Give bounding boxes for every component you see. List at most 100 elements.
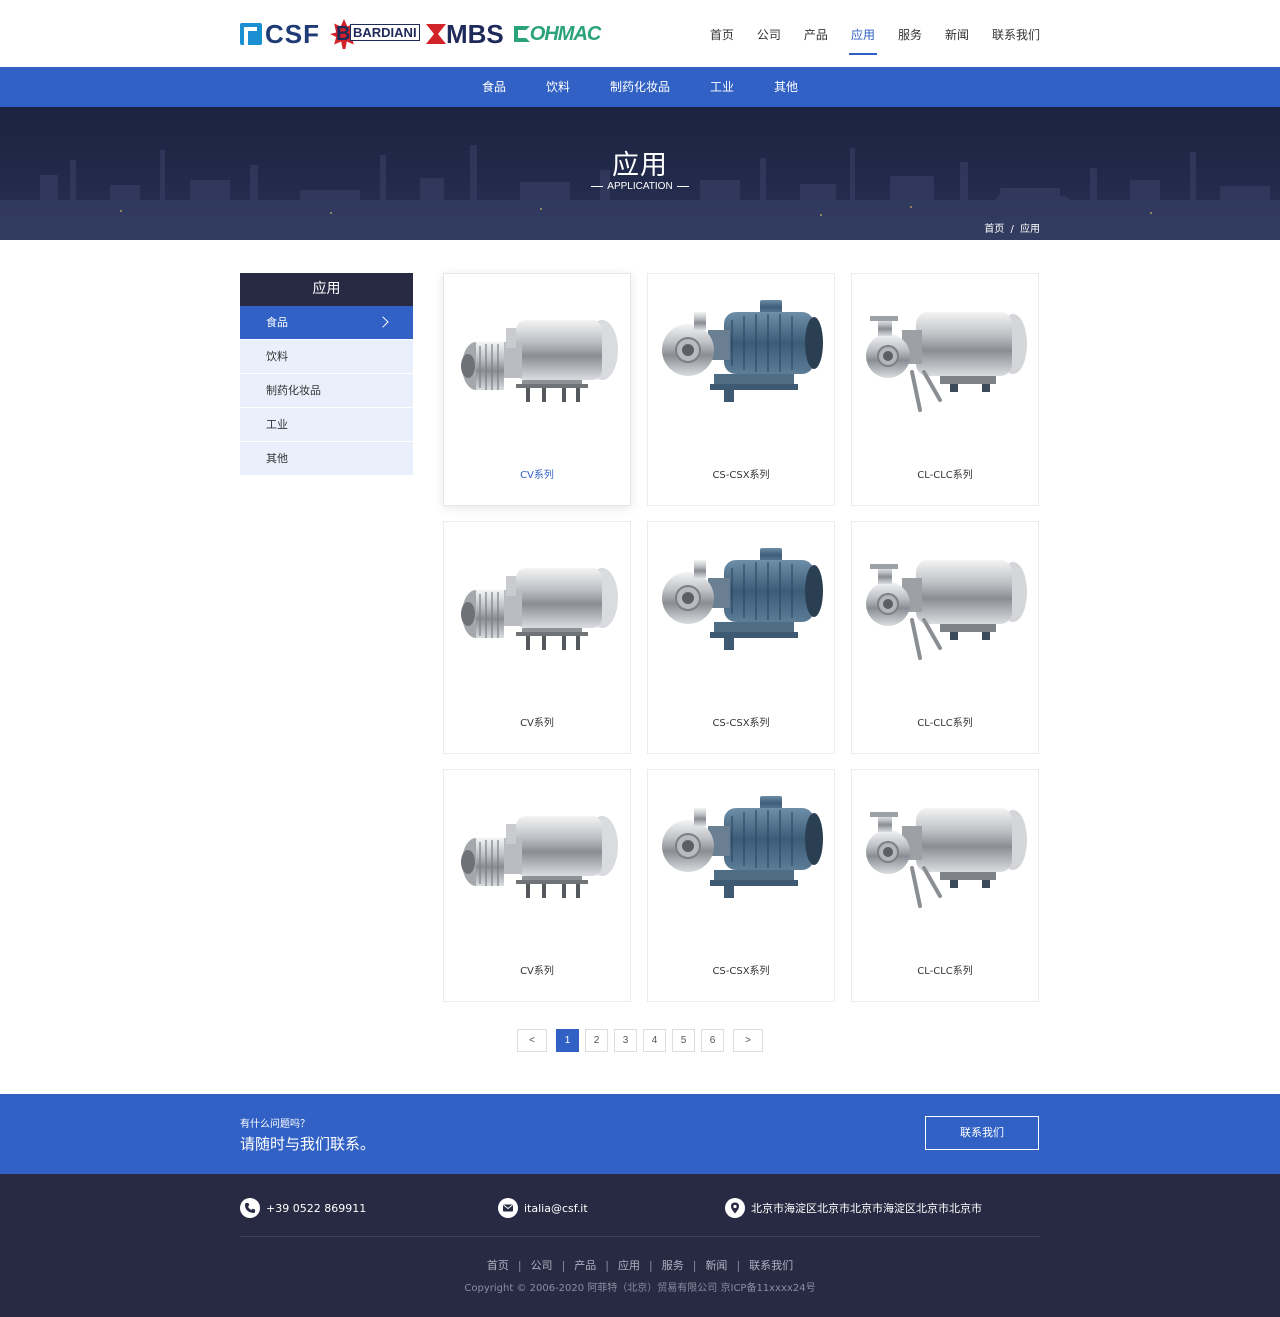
ohmac-mark-icon: [513, 26, 530, 42]
product-image: [858, 788, 1034, 948]
site-footer: +39 0522 869911 italia@csf.it 北京市海淀区北京市北…: [0, 1174, 1280, 1317]
logo-ohmac[interactable]: OHMAC: [513, 22, 602, 46]
footer-nav-separator: |: [736, 1259, 741, 1272]
product-card-cs-csx-series[interactable]: CS-CSX系列: [647, 769, 835, 1002]
footer-address-text: 北京市海淀区北京市北京市海淀区北京市北京市: [751, 1202, 982, 1215]
product-image: [654, 540, 830, 700]
sidebar: 应用 食品饮料制药化妆品工业其他: [240, 273, 413, 476]
footer-link-company[interactable]: 公司: [531, 1259, 553, 1272]
chevron-right-icon: [377, 316, 389, 328]
sidebar-item-industry[interactable]: 工业: [240, 408, 413, 442]
pagination-prev-button[interactable]: <: [517, 1029, 547, 1052]
subtitle-dash-right: [676, 185, 689, 187]
product-card-cv-series[interactable]: CV系列: [443, 769, 631, 1002]
product-label: CV系列: [520, 718, 554, 729]
pagination: <1 2 3 4 5 6 >: [0, 1029, 1280, 1052]
sidebar-item-pharma-cosmetics[interactable]: 制药化妆品: [240, 374, 413, 408]
page-banner: 应用 APPLICATION 首页 / 应用: [0, 107, 1280, 240]
site-header: CSF B BARDIANI MBS OHMAC 首页 公司 产品 应用 服务 新闻 联系我…: [0, 0, 1280, 67]
pagination-next-button[interactable]: >: [733, 1029, 763, 1052]
pagination-page-4[interactable]: 4: [643, 1029, 666, 1052]
product-card-cl-clc-series[interactable]: CL-CLC系列: [851, 769, 1039, 1002]
footer-link-applications[interactable]: 应用: [618, 1259, 640, 1272]
nav-item-news[interactable]: 新闻: [945, 0, 969, 67]
location-pin-icon: [725, 1198, 745, 1218]
phone-icon: [240, 1198, 260, 1218]
sidebar-title: 应用: [240, 273, 413, 306]
subnav-item-pharma-cosmetics[interactable]: 制药化妆品: [610, 67, 670, 107]
sidebar-item-beverage[interactable]: 饮料: [240, 340, 413, 374]
product-image: [450, 788, 626, 948]
pagination-page-3[interactable]: 3: [614, 1029, 637, 1052]
csf-mark-icon: [240, 23, 262, 45]
nav-item-home[interactable]: 首页: [710, 0, 734, 67]
mail-icon: [498, 1198, 518, 1218]
breadcrumb-home[interactable]: 首页: [984, 224, 1004, 235]
logo-mbs[interactable]: MBS: [426, 19, 504, 50]
product-label: CL-CLC系列: [917, 470, 973, 481]
banner-subtitle: APPLICATION: [0, 181, 1280, 192]
subnav-item-other[interactable]: 其他: [774, 67, 798, 107]
pagination-page-6[interactable]: 6: [701, 1029, 724, 1052]
footer-nav-separator: |: [649, 1259, 653, 1272]
pagination-page-2[interactable]: 2: [585, 1029, 608, 1052]
footer-nav-separator: |: [605, 1259, 609, 1272]
subnav-item-food[interactable]: 食品: [482, 67, 506, 107]
footer-email-text[interactable]: italia@csf.it: [524, 1202, 588, 1215]
logo-bardiani-text: BARDIANI: [350, 24, 420, 41]
product-image: [858, 292, 1034, 452]
footer-email: italia@csf.it: [498, 1198, 588, 1218]
subnav-item-industry[interactable]: 工业: [710, 67, 734, 107]
banner-title: 应用: [612, 150, 668, 181]
subnav-item-beverage[interactable]: 饮料: [546, 67, 570, 107]
sidebar-item-label: 制药化妆品: [266, 384, 321, 397]
sidebar-item-food[interactable]: 食品: [240, 306, 413, 340]
sidebar-item-label: 工业: [266, 418, 288, 431]
sidebar-item-label: 饮料: [266, 350, 288, 363]
pagination-page-1[interactable]: 1: [556, 1029, 579, 1052]
footer-link-service[interactable]: 服务: [662, 1259, 684, 1272]
footer-nav-separator: |: [517, 1259, 522, 1272]
footer-link-contact[interactable]: 联系我们: [749, 1259, 793, 1272]
logo-ohmac-text: OHMAC: [529, 22, 602, 45]
footer-nav-separator: |: [692, 1259, 697, 1272]
main-nav: 首页 公司 产品 应用 服务 新闻 联系我们: [687, 0, 1040, 67]
product-card-cs-csx-series[interactable]: CS-CSX系列: [647, 521, 835, 754]
product-label: CL-CLC系列: [917, 966, 973, 977]
subtitle-dash-left: [591, 185, 604, 187]
sidebar-item-other[interactable]: 其他: [240, 442, 413, 476]
logo-csf-text: CSF: [265, 18, 320, 49]
contact-us-button[interactable]: 联系我们: [925, 1116, 1039, 1150]
nav-item-products[interactable]: 产品: [804, 0, 828, 67]
nav-item-service[interactable]: 服务: [898, 0, 922, 67]
footer-link-home[interactable]: 首页: [487, 1259, 509, 1272]
product-label: CV系列: [520, 966, 554, 977]
copyright: Copyright © 2006-2020 阿菲特（北京）贸易有限公司 京ICP…: [464, 1283, 816, 1294]
logo-bardiani-initial: B: [336, 23, 351, 45]
pagination-page-5[interactable]: 5: [672, 1029, 695, 1052]
product-label: CS-CSX系列: [712, 470, 770, 481]
nav-item-company[interactable]: 公司: [757, 0, 781, 67]
nav-item-applications[interactable]: 应用: [848, 0, 877, 67]
breadcrumb-current: 应用: [1020, 224, 1040, 235]
breadcrumb-separator: /: [1010, 224, 1014, 235]
logo-bardiani[interactable]: B BARDIANI: [330, 19, 420, 49]
product-label: CS-CSX系列: [712, 718, 770, 729]
product-card-cs-csx-series[interactable]: CS-CSX系列: [647, 273, 835, 506]
banner-subtitle-text: APPLICATION: [607, 181, 673, 192]
sub-nav: 食品 饮料 制药化妆品 工业 其他: [0, 67, 1280, 107]
nav-item-contact[interactable]: 联系我们: [992, 0, 1040, 67]
product-card-cv-series[interactable]: CV系列: [443, 521, 631, 754]
product-card-cv-series[interactable]: CV系列: [443, 273, 631, 506]
footer-link-products[interactable]: 产品: [574, 1259, 596, 1272]
logo-csf[interactable]: CSF: [240, 19, 320, 50]
product-label: CS-CSX系列: [712, 966, 770, 977]
footer-phone: +39 0522 869911: [240, 1198, 366, 1218]
product-card-cl-clc-series[interactable]: CL-CLC系列: [851, 521, 1039, 754]
footer-divider: [240, 1236, 1040, 1237]
product-card-cl-clc-series[interactable]: CL-CLC系列: [851, 273, 1039, 506]
mbs-mark-icon: [426, 24, 446, 44]
logo-mbs-text: MBS: [446, 18, 504, 49]
footer-link-news[interactable]: 新闻: [705, 1259, 727, 1272]
product-image: [858, 540, 1034, 700]
